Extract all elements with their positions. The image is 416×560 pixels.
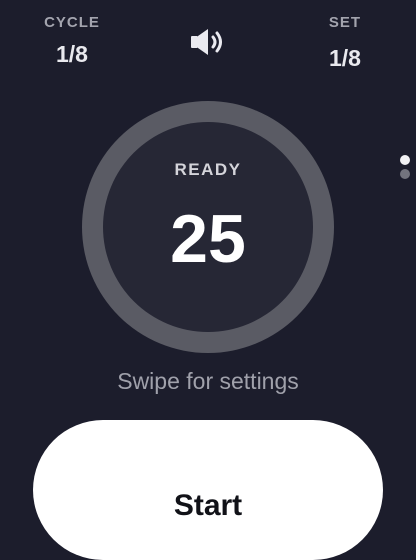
set-counter: SET 1/8: [313, 14, 377, 72]
set-value: 1/8: [329, 45, 361, 71]
timer-status: READY: [174, 160, 242, 179]
start-button[interactable]: Start: [33, 420, 383, 560]
page-indicator: [400, 155, 410, 183]
speaker-volume-icon: [191, 29, 222, 55]
swipe-hint: Swipe for settings: [117, 368, 299, 394]
set-label: SET: [328, 14, 362, 31]
cycle-value: 1/8: [56, 41, 88, 67]
cycle-label: CYCLE: [44, 14, 100, 31]
page-dot-1: [400, 155, 410, 165]
page-dot-2: [400, 169, 410, 179]
sound-toggle-button[interactable]: [189, 27, 229, 57]
cycle-counter: CYCLE 1/8: [38, 14, 106, 68]
timer-count: 25: [170, 201, 246, 277]
